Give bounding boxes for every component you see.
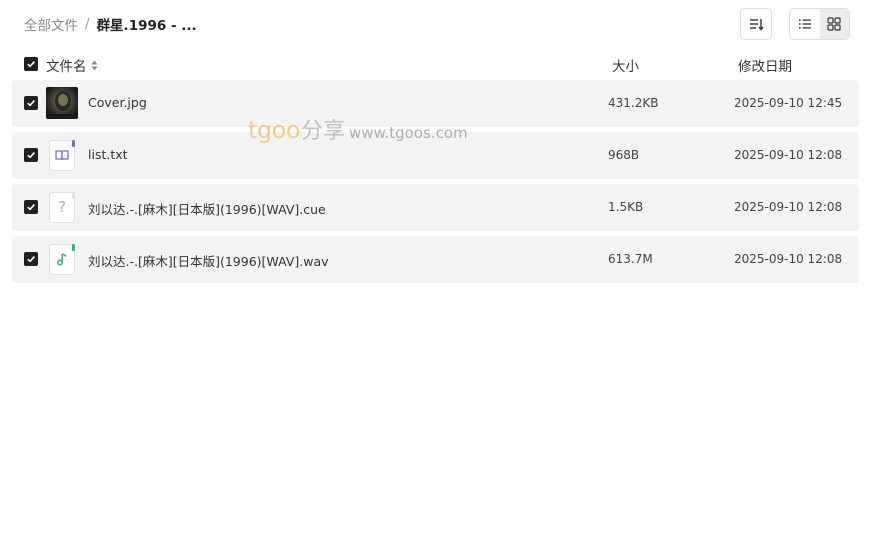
sort-button[interactable] <box>740 8 772 40</box>
row-checkbox[interactable] <box>24 96 38 110</box>
file-name[interactable]: 刘以达.-.[麻木][日本版](1996)[WAV].cue <box>88 199 326 218</box>
file-size: 968B <box>608 148 640 162</box>
table-row[interactable]: Cover.jpg 431.2KB 2025-09-10 12:45 <box>12 80 859 127</box>
breadcrumb: 全部文件 / 群星.1996 - ... <box>24 14 197 34</box>
file-name[interactable]: Cover.jpg <box>88 95 147 110</box>
column-header-name[interactable]: 文件名 <box>46 55 98 75</box>
column-header-date[interactable]: 修改日期 <box>738 55 792 75</box>
view-toggle <box>789 8 850 40</box>
checkmark-icon <box>27 204 35 211</box>
sort-arrows-icon <box>91 60 98 71</box>
checkmark-icon <box>27 256 35 263</box>
file-date: 2025-09-10 12:45 <box>734 96 843 110</box>
file-size: 613.7M <box>608 252 653 266</box>
checkmark-icon <box>27 152 35 159</box>
list-view-icon <box>798 19 811 29</box>
grid-view-button[interactable] <box>819 9 849 39</box>
table-row[interactable]: 刘以达.-.[麻木][日本版](1996)[WAV].wav 613.7M 20… <box>12 236 859 283</box>
unknown-file-icon: ? <box>46 191 78 223</box>
row-checkbox[interactable] <box>24 200 38 214</box>
list-view-button[interactable] <box>790 9 820 39</box>
file-date: 2025-09-10 12:08 <box>734 252 843 266</box>
file-size: 1.5KB <box>608 200 644 214</box>
sort-descending-icon <box>750 19 764 31</box>
checkmark-icon <box>27 61 35 68</box>
column-header-size[interactable]: 大小 <box>612 55 639 75</box>
book-file-icon <box>46 139 78 171</box>
table-header: 文件名 大小 修改日期 <box>12 52 859 76</box>
table-row[interactable]: list.txt 968B 2025-09-10 12:08 <box>12 132 859 179</box>
select-all-checkbox[interactable] <box>24 57 38 71</box>
table-row[interactable]: ? 刘以达.-.[麻木][日本版](1996)[WAV].cue 1.5KB 2… <box>12 184 859 231</box>
image-thumbnail <box>46 87 78 119</box>
file-name[interactable]: list.txt <box>88 147 128 162</box>
file-size: 431.2KB <box>608 96 659 110</box>
row-checkbox[interactable] <box>24 148 38 162</box>
file-name[interactable]: 刘以达.-.[麻木][日本版](1996)[WAV].wav <box>88 251 329 270</box>
checkmark-icon <box>27 100 35 107</box>
music-file-icon <box>46 243 78 275</box>
row-checkbox[interactable] <box>24 252 38 266</box>
breadcrumb-root-link[interactable]: 全部文件 <box>24 14 78 34</box>
breadcrumb-separator: / <box>85 16 90 32</box>
file-date: 2025-09-10 12:08 <box>734 148 843 162</box>
grid-view-icon <box>827 17 841 31</box>
column-name-label: 文件名 <box>46 59 87 75</box>
breadcrumb-current-folder: 群星.1996 - ... <box>96 18 197 34</box>
file-date: 2025-09-10 12:08 <box>734 200 843 214</box>
